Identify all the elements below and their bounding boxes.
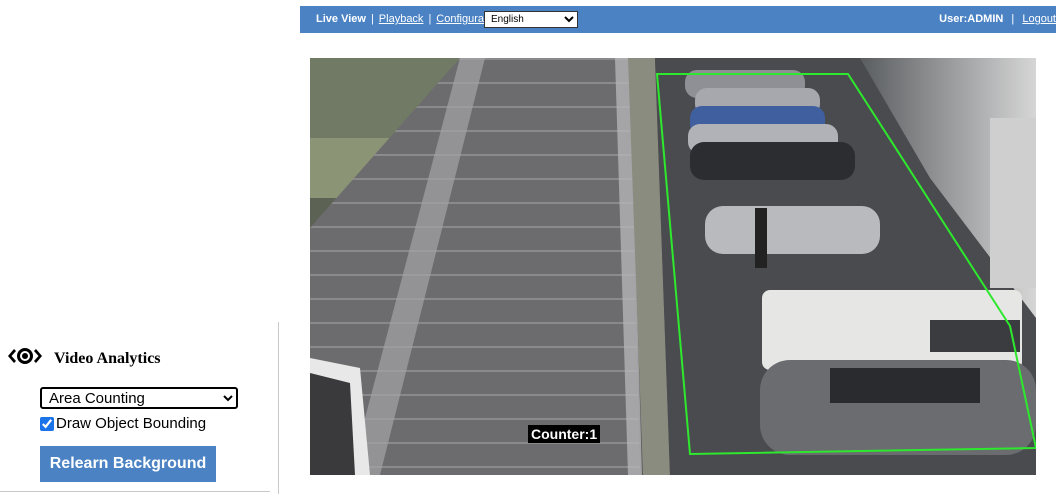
eye-icon	[6, 346, 44, 371]
video-frame	[310, 58, 1036, 475]
user-area: User:ADMIN | Logout	[939, 13, 1056, 25]
counter-label: Counter:1	[528, 425, 601, 443]
nav-separator: |	[1011, 13, 1015, 25]
user-label: User:ADMIN	[939, 13, 1004, 25]
relearn-background-button[interactable]: Relearn Background	[40, 446, 216, 482]
draw-bounding-checkbox[interactable]	[40, 416, 54, 431]
analytics-mode-select[interactable]: Area Counting	[40, 387, 238, 409]
panel-bottom-border	[0, 491, 270, 492]
draw-bounding-row[interactable]: Draw Object Bounding	[40, 415, 206, 432]
nav-separator: |	[428, 13, 432, 25]
nav-playback[interactable]: Playback	[379, 13, 424, 25]
top-nav-bar: Live View | Playback | Configuration | E…	[300, 6, 1056, 33]
language-select[interactable]: English	[484, 11, 578, 28]
video-analytics-header: Video Analytics	[6, 346, 161, 371]
live-video-feed[interactable]: Counter:1	[310, 58, 1036, 475]
draw-bounding-label: Draw Object Bounding	[56, 415, 207, 432]
panel-divider	[278, 322, 279, 494]
video-analytics-title: Video Analytics	[54, 349, 161, 367]
logout-link[interactable]: Logout	[1022, 13, 1056, 25]
nav-separator: |	[370, 13, 374, 25]
nav-live-view[interactable]: Live View	[316, 13, 366, 25]
